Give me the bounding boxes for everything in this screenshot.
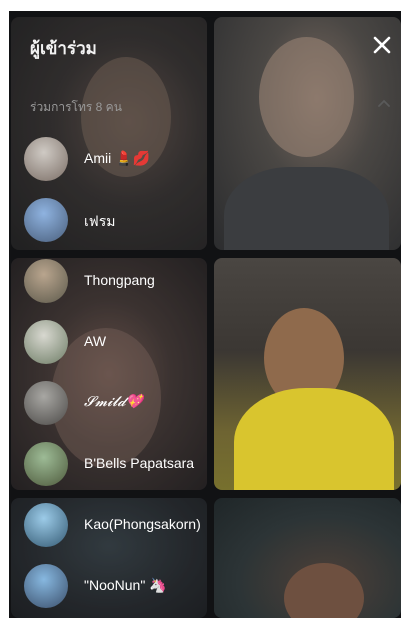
- avatar: [24, 564, 68, 608]
- participant-name: Kao(Phongsakorn): [84, 516, 201, 532]
- participant-row[interactable]: B'Bells Papatsara: [24, 440, 224, 488]
- participant-face: [259, 37, 354, 157]
- avatar: [24, 198, 68, 242]
- chevron-up-icon[interactable]: [377, 98, 391, 108]
- participant-name: เฟรม: [84, 213, 116, 229]
- participant-shirt: [234, 388, 394, 490]
- participant-name: B'Bells Papatsara: [84, 455, 195, 471]
- avatar: [24, 503, 68, 547]
- participant-name: Thongpang: [84, 272, 155, 288]
- participant-row[interactable]: Thongpang: [24, 257, 224, 305]
- video-call-screen: ผู้เข้าร่วม ร่วมการโทร 8 คน Amii 💄💋 เฟรม T…: [9, 11, 401, 618]
- avatar: [24, 137, 68, 181]
- participant-row[interactable]: Kao(Phongsakorn): [24, 501, 224, 549]
- video-tile-4[interactable]: [214, 258, 401, 490]
- participant-shirt: [224, 167, 389, 250]
- video-tile-6[interactable]: [214, 498, 401, 618]
- participant-name: Amii 💄💋: [84, 150, 150, 166]
- participant-row[interactable]: AW: [24, 318, 224, 366]
- participant-name: 𝓢𝓶𝓲𝓵𝓭💖: [84, 394, 144, 410]
- avatar: [24, 259, 68, 303]
- panel-title: ผู้เข้าร่วม: [30, 39, 97, 58]
- close-icon[interactable]: [371, 34, 393, 56]
- avatar: [24, 442, 68, 486]
- avatar: [24, 320, 68, 364]
- participant-row[interactable]: Amii 💄💋: [24, 135, 224, 183]
- participant-name: AW: [84, 333, 107, 349]
- participant-row[interactable]: เฟรม: [24, 196, 224, 244]
- participant-row[interactable]: "NooNun" 🦄: [24, 562, 224, 610]
- participant-face: [284, 563, 364, 618]
- participant-name: "NooNun" 🦄: [84, 577, 167, 593]
- avatar: [24, 381, 68, 425]
- participant-count-label: ร่วมการโทร 8 คน: [30, 100, 122, 114]
- participant-row[interactable]: 𝓢𝓶𝓲𝓵𝓭💖: [24, 379, 224, 427]
